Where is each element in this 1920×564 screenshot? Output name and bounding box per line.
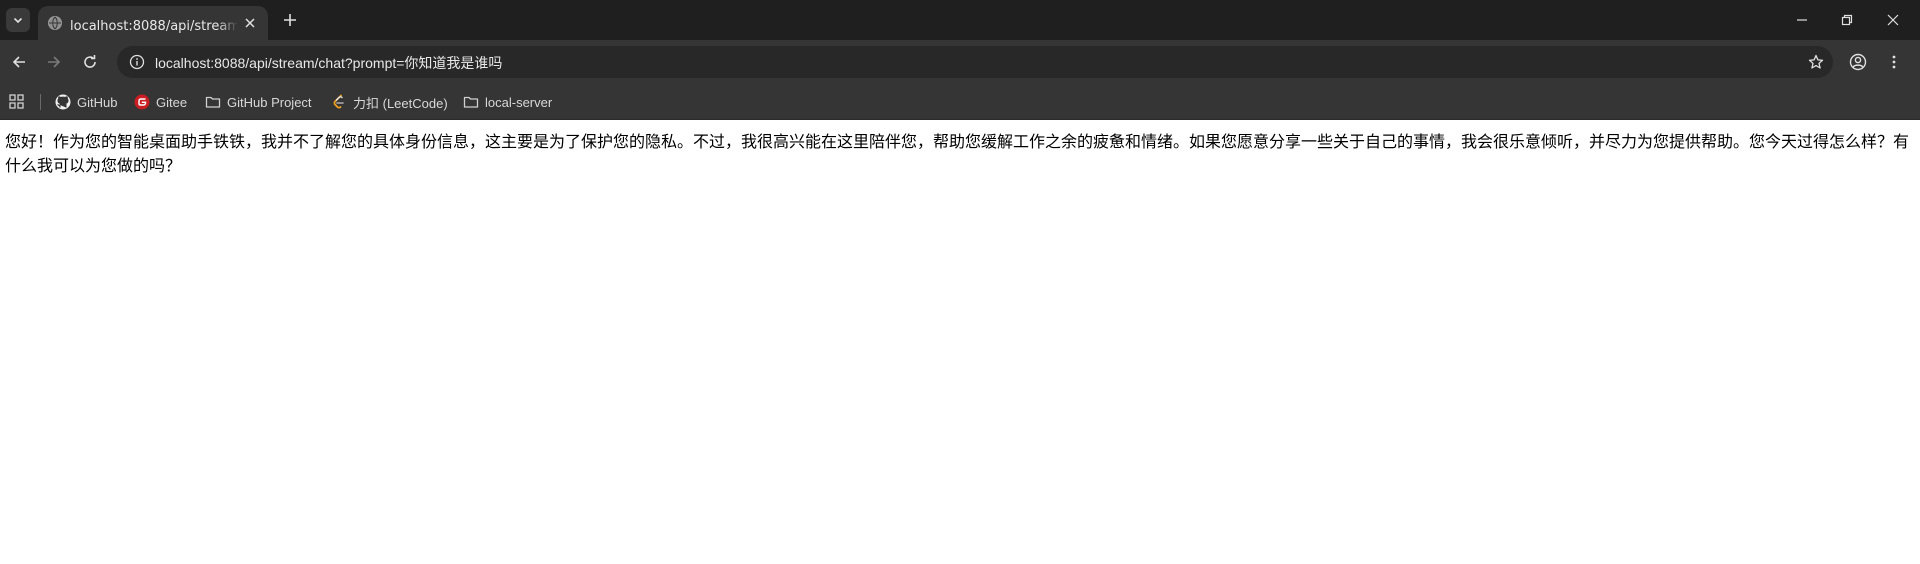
plus-icon [284,14,296,26]
github-icon [55,94,71,110]
restore-icon [1841,14,1853,26]
active-tab[interactable]: localhost:8088/api/stream/chat?prompt=你知… [38,6,268,40]
tab-strip: localhost:8088/api/stream/chat?prompt=你知… [0,0,1920,40]
reload-icon [84,55,96,68]
bookmark-gitee[interactable]: Gitee [134,90,187,114]
bookmark-local-server[interactable]: local-server [463,90,552,114]
leetcode-icon [331,94,347,110]
close-icon [1887,14,1899,26]
restore-button[interactable] [1825,4,1869,36]
bookmark-star-button[interactable] [1805,51,1827,73]
star-icon [1808,54,1824,69]
bookmark-label: local-server [485,94,553,110]
browser-toolbar: localhost:8088/api/stream/chat?prompt=你知… [0,40,1920,84]
apps-icon[interactable] [8,93,26,111]
url-text[interactable]: localhost:8088/api/stream/chat?prompt=你知… [155,53,502,73]
close-window-button[interactable] [1871,4,1915,36]
site-info-button[interactable] [127,52,147,72]
reload-button[interactable] [76,48,104,76]
bookmark-github[interactable]: GitHub [55,90,117,114]
info-icon [129,54,145,70]
address-bar[interactable]: localhost:8088/api/stream/chat?prompt=你知… [117,46,1833,78]
bookmark-leetcode[interactable]: 力扣 (LeetCode) [331,90,448,114]
bookmarks-bar: GitHub Gitee GitHub Project 力扣 (LeetCode… [0,84,1920,120]
back-button[interactable] [5,48,33,76]
tab-close-button[interactable] [240,13,260,33]
more-vertical-icon [1892,55,1896,69]
arrow-right-icon [48,56,61,68]
folder-icon [205,94,221,110]
bookmark-label: 力扣 (LeetCode) [353,95,448,111]
arrow-left-icon [12,56,25,68]
bookmark-github-project[interactable]: GitHub Project [205,90,312,114]
globe-icon [48,16,62,30]
stream-response-text: 您好！作为您的智能桌面助手铁铁，我并不了解您的具体身份信息，这主要是为了保护您的… [5,132,1910,175]
bookmarks-divider [40,94,41,110]
forward-button[interactable] [40,48,68,76]
account-icon [1849,53,1867,71]
new-tab-button[interactable] [278,8,302,32]
chevron-down-icon [13,17,23,24]
bookmark-label: GitHub [77,94,118,110]
tab-search-button[interactable] [6,8,30,32]
minimize-icon [1797,19,1807,21]
profile-button[interactable] [1844,48,1872,76]
bookmark-label: GitHub Project [227,94,312,110]
gitee-icon [134,94,150,110]
bookmark-label: Gitee [156,94,188,110]
folder-icon [463,94,479,110]
minimize-button[interactable] [1780,4,1824,36]
menu-button[interactable] [1880,48,1908,76]
close-icon [245,18,255,28]
tab-title: localhost:8088/api/stream/chat?prompt=你知… [70,19,238,33]
page-content: 您好！作为您的智能桌面助手铁铁，我并不了解您的具体身份信息，这主要是为了保护您的… [0,120,1920,564]
